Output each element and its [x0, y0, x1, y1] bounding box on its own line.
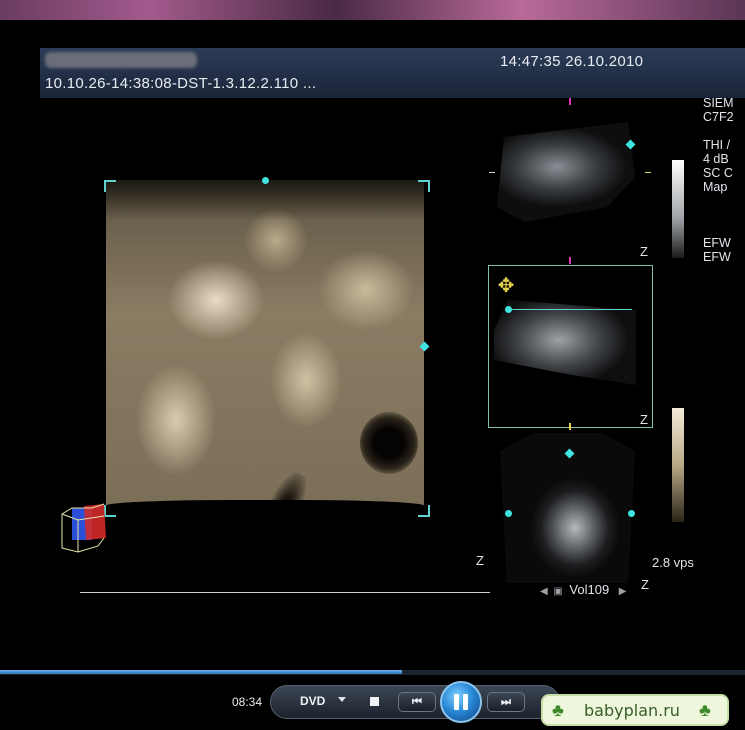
mpr-plane-a[interactable] [497, 122, 635, 222]
grayscale-map-bar [672, 160, 684, 258]
volume-label: ◀ ▣ Vol109 ▶ [540, 582, 627, 597]
acquisition-info: SIEM C7F2 THI / 4 dB SC C Map EFW EFW [703, 96, 745, 264]
study-id: 10.10.26-14:38:08-DST-1.3.12.2.110 ... [45, 75, 317, 92]
3d-render-view[interactable] [106, 180, 424, 514]
cut-plane-handle[interactable] [505, 306, 512, 313]
roi-corner [418, 505, 430, 517]
plane-marker [569, 257, 571, 264]
render-edge [106, 500, 424, 514]
elapsed-time: 08:34 [232, 695, 263, 709]
info-line: SIEM [703, 96, 734, 110]
pause-button[interactable] [440, 681, 482, 723]
roi-handle[interactable] [262, 177, 269, 184]
stop-button[interactable] [368, 695, 382, 709]
redacted-patient-name [45, 52, 197, 68]
orientation-cube-icon [61, 503, 106, 553]
window-background-strip [0, 0, 745, 20]
info-line: SC C [703, 166, 733, 180]
chevron-down-icon[interactable] [338, 697, 346, 702]
plane-tick [489, 172, 495, 173]
roi-corner [418, 180, 430, 192]
info-line: C7F2 [703, 110, 734, 124]
tint-map-bar [672, 408, 684, 522]
render-shadow [106, 180, 424, 220]
pause-icon [454, 694, 459, 710]
cine-timeline[interactable] [80, 592, 490, 593]
arrow-icon: ◀ [540, 586, 548, 597]
arrow-icon: ▣ [553, 586, 563, 597]
info-line: Map [703, 180, 728, 194]
info-line: 4 dB [703, 152, 729, 166]
watermark-text: babyplan.ru [584, 701, 680, 720]
pause-icon [463, 694, 468, 710]
info-line: EFW [703, 250, 731, 264]
plane-tick [645, 172, 651, 173]
stop-icon [370, 697, 379, 706]
z-axis-label: Z [640, 412, 648, 427]
clover-icon: ♣ [699, 700, 711, 720]
info-line [703, 124, 745, 138]
volume-name: Vol109 [569, 582, 610, 597]
exam-timestamp: 14:47:35 26.10.2010 [500, 53, 644, 70]
z-axis-label: Z [476, 553, 484, 568]
roi-corner [104, 180, 116, 192]
move-crosshair-icon[interactable]: ✥ [495, 275, 517, 297]
info-line [703, 208, 745, 222]
z-axis-label: Z [640, 244, 648, 259]
seek-progress [0, 670, 402, 674]
info-line [703, 222, 745, 236]
z-axis-label: Z [641, 577, 649, 592]
plane-marker [569, 98, 571, 105]
plane-marker [569, 423, 571, 430]
next-button[interactable]: ⏭ [487, 692, 525, 712]
plane-handle[interactable] [628, 510, 635, 517]
volume-rate: 2.8 vps [652, 555, 694, 570]
clover-icon: ♣ [552, 700, 564, 720]
source-menu-button[interactable]: DVD [300, 694, 325, 708]
cut-plane-line[interactable] [508, 309, 632, 310]
render-shadow [360, 412, 418, 474]
arrow-icon: ▶ [618, 586, 627, 597]
info-line [703, 194, 745, 208]
previous-button[interactable]: ⏮ [398, 692, 436, 712]
plane-handle[interactable] [505, 510, 512, 517]
info-line: THI / [703, 138, 731, 152]
info-line: EFW [703, 236, 731, 250]
